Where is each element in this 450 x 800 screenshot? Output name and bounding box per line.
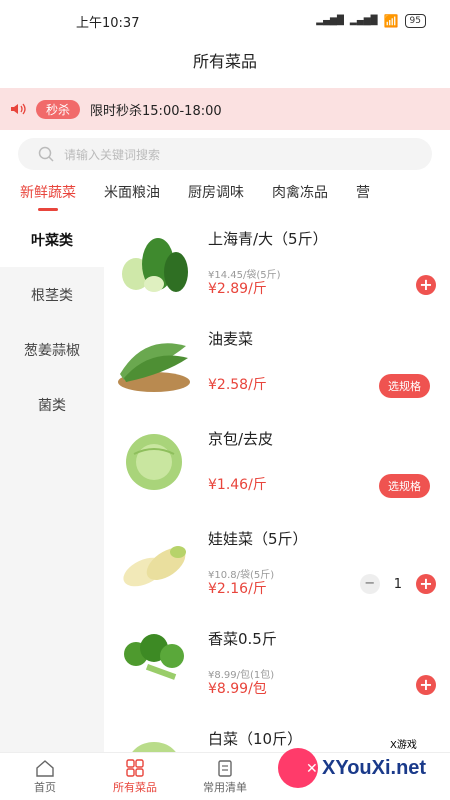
- watermark-brand: XYouXi.net: [322, 757, 426, 779]
- product-list: 上海青/大（5斤） ¥14.45/袋(5斤) ¥2.89/斤 + 油麦菜 ¥2.…: [104, 212, 450, 752]
- xyouxi-watermark-logo: ✕ X游戏 XYouXi.net: [278, 738, 426, 788]
- search-input[interactable]: 请输入关键词搜索: [18, 138, 432, 170]
- increase-button[interactable]: +: [416, 574, 436, 594]
- unit-price: ¥2.58/斤: [208, 377, 267, 393]
- bok-choy-image: [122, 238, 188, 292]
- page-title: 所有菜品: [192, 52, 257, 71]
- add-to-cart-button[interactable]: +: [416, 675, 436, 695]
- grid-icon: [126, 758, 144, 777]
- tab-label: 首页: [34, 780, 56, 794]
- list-item[interactable]: 京包/去皮 ¥1.46/斤 选规格: [104, 412, 450, 512]
- tab-label: 常用清单: [203, 780, 247, 794]
- product-name: 油麦菜: [208, 330, 254, 348]
- unit-price: ¥1.46/斤: [208, 477, 267, 493]
- unit-price: ¥2.89/斤: [208, 281, 267, 297]
- quantity-stepper[interactable]: − 1 +: [359, 574, 436, 594]
- unit-price: ¥2.16/斤: [208, 581, 267, 597]
- sidebar-item-aromatics[interactable]: 葱姜蒜椒: [0, 322, 104, 377]
- add-to-cart-button[interactable]: +: [416, 275, 436, 295]
- flash-sale-banner[interactable]: 秒杀 限时秒杀15:00-18:00: [0, 88, 450, 130]
- search-icon: [38, 146, 54, 162]
- svg-text:✕: ✕: [306, 760, 318, 776]
- status-time: 上午10:37: [76, 15, 140, 31]
- signal-icon-2: ▂▄▆█: [349, 16, 378, 26]
- flash-sale-badge: 秒杀: [36, 99, 81, 119]
- tab-meat-frozen[interactable]: 肉禽冻品: [272, 182, 328, 202]
- category-tabs: 新鲜蔬菜 米面粮油 厨房调味 肉禽冻品 营: [0, 172, 450, 212]
- search-placeholder: 请输入关键词搜索: [64, 147, 161, 162]
- flash-sale-text: 限时秒杀15:00-18:00: [90, 103, 222, 119]
- product-name: 香菜0.5斤: [208, 630, 277, 648]
- unit-price: ¥8.99/包: [208, 681, 267, 697]
- romaine-lettuce-image: [118, 343, 190, 392]
- wifi-icon: 📶: [383, 14, 399, 28]
- watermark-tag: X游戏: [390, 738, 417, 751]
- decrease-button[interactable]: −: [359, 574, 380, 594]
- signal-icon: ▂▄▆█: [316, 16, 344, 26]
- list-item[interactable]: 油麦菜 ¥2.58/斤 选规格: [104, 312, 450, 412]
- product-name: 京包/去皮: [208, 430, 274, 448]
- status-bar: 上午10:37 ▂▄▆█ ▂▄▆█ 📶 95: [0, 0, 450, 42]
- clipboard-icon: [218, 759, 232, 777]
- sidebar-item-mushroom[interactable]: 菌类: [0, 377, 104, 432]
- sidebar-item-leafy[interactable]: 叶菜类: [0, 212, 104, 267]
- quantity-value: 1: [393, 576, 402, 592]
- status-icons: ▂▄▆█ ▂▄▆█ 📶 95: [316, 14, 426, 28]
- tab-rice-noodle-oil[interactable]: 米面粮油: [104, 182, 160, 202]
- product-name: 娃娃菜（5斤）: [208, 530, 308, 548]
- list-item[interactable]: 香菜0.5斤 ¥8.99/包(1包) ¥8.99/包 +: [104, 612, 450, 712]
- tab-home[interactable]: 首页: [0, 753, 90, 800]
- baby-cabbage-image: [123, 546, 186, 587]
- select-spec-button[interactable]: 选规格: [379, 474, 430, 498]
- home-icon: [36, 759, 54, 777]
- coriander-image: [124, 634, 184, 680]
- list-item[interactable]: 上海青/大（5斤） ¥14.45/袋(5斤) ¥2.89/斤 +: [104, 212, 450, 312]
- tab-frequent-list[interactable]: 常用清单: [180, 753, 270, 800]
- subcategory-sidebar: 叶菜类 根茎类 葱姜蒜椒 菌类: [0, 212, 104, 752]
- product-name: 上海青/大（5斤）: [208, 230, 328, 248]
- tab-label: 所有菜品: [113, 780, 157, 794]
- speaker-icon: [11, 103, 26, 115]
- sidebar-item-root[interactable]: 根茎类: [0, 267, 104, 322]
- battery-icon: 95: [404, 14, 426, 28]
- list-item[interactable]: 娃娃菜（5斤） ¥10.8/袋(5斤) ¥2.16/斤 − 1 +: [104, 512, 450, 612]
- cabbage-image: [126, 434, 182, 490]
- tab-more[interactable]: 营: [356, 182, 370, 202]
- tab-all-dishes[interactable]: 所有菜品: [90, 753, 180, 800]
- tab-fresh-vegetables[interactable]: 新鲜蔬菜: [20, 182, 76, 211]
- tab-kitchen-seasoning[interactable]: 厨房调味: [188, 182, 244, 202]
- select-spec-button[interactable]: 选规格: [379, 374, 430, 398]
- napa-cabbage-image: [132, 742, 176, 752]
